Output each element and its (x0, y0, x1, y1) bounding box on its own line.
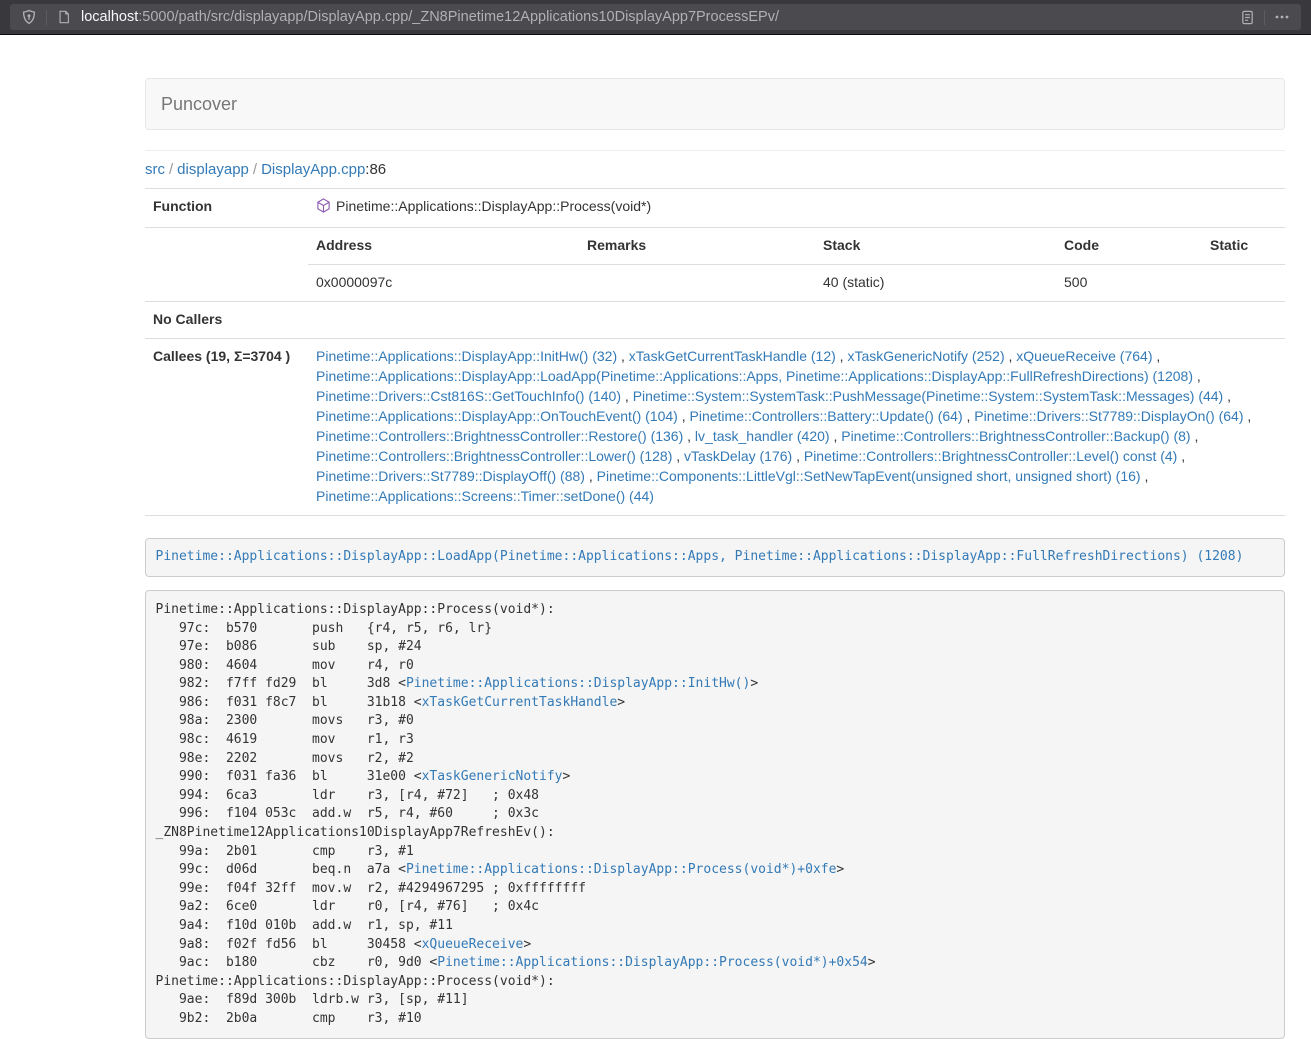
page-icon[interactable] (53, 6, 75, 28)
callee-link[interactable]: Pinetime::Controllers::BrightnessControl… (841, 428, 1190, 444)
metrics-table: Address Remarks Stack Code Static 0x0000… (308, 228, 1285, 301)
reader-mode-icon[interactable] (1236, 6, 1258, 28)
breadcrumb-separator: / (249, 161, 261, 178)
url-text: localhost:5000/path/src/displayapp/Displ… (81, 9, 1236, 25)
callee-link[interactable]: Pinetime::System::SystemTask::PushMessag… (633, 388, 1224, 404)
symbol-link[interactable]: Pinetime::Applications::DisplayApp::Proc… (406, 862, 836, 877)
symbol-link[interactable]: xTaskGenericNotify (422, 769, 563, 784)
package-icon (316, 198, 331, 219)
highlighted-snippet: Pinetime::Applications::DisplayApp::Load… (145, 538, 1285, 578)
callee-link[interactable]: Pinetime::Components::LittleVgl::SetNewT… (597, 468, 1141, 484)
symbol-link[interactable]: Pinetime::Applications::DisplayApp::Init… (406, 676, 750, 691)
callee-link[interactable]: Pinetime::Controllers::BrightnessControl… (316, 428, 683, 444)
url-bar[interactable]: localhost:5000/path/src/displayapp/Displ… (10, 4, 1301, 30)
callee-link[interactable]: Pinetime::Applications::DisplayApp::OnTo… (316, 408, 678, 424)
function-name: Pinetime::Applications::DisplayApp::Proc… (336, 198, 651, 214)
col-static: Static (1202, 228, 1285, 264)
divider-rule (145, 150, 1285, 151)
browser-toolbar: localhost:5000/path/src/displayapp/Displ… (0, 0, 1311, 35)
url-host: localhost (81, 9, 138, 25)
function-row: Function Pinetime::Applications::Display… (145, 189, 1285, 228)
function-label: Function (145, 189, 308, 228)
breadcrumb-link-file[interactable]: DisplayApp.cpp (261, 161, 365, 178)
function-name-cell: Pinetime::Applications::DisplayApp::Proc… (308, 189, 1285, 228)
callee-link[interactable]: Pinetime::Drivers::St7789::DisplayOn() (… (974, 408, 1243, 424)
col-address: Address (308, 228, 579, 264)
function-info-table: Function Pinetime::Applications::Display… (145, 188, 1285, 516)
symbol-link[interactable]: xQueueReceive (422, 937, 524, 952)
navbar: Puncover (145, 78, 1285, 130)
callee-link[interactable]: Pinetime::Applications::DisplayApp::Init… (316, 348, 617, 364)
address-value: 0x0000097c (308, 264, 579, 300)
breadcrumb-separator: / (165, 161, 177, 178)
callee-link[interactable]: Pinetime::Controllers::BrightnessControl… (804, 448, 1177, 464)
callee-link[interactable]: Pinetime::Drivers::St7789::DisplayOff() … (316, 468, 585, 484)
metrics-row: Address Remarks Stack Code Static 0x0000… (145, 227, 1285, 301)
callee-link[interactable]: lv_task_handler (420) (695, 428, 830, 444)
metrics-header-row: Address Remarks Stack Code Static (308, 228, 1285, 264)
no-callers-cell (308, 301, 1285, 338)
code-value: 500 (1056, 264, 1202, 300)
symbol-link[interactable]: xTaskGetCurrentTaskHandle (422, 695, 618, 710)
callee-link[interactable]: xTaskGetCurrentTaskHandle (12) (629, 348, 836, 364)
metrics-row-label (145, 227, 308, 301)
toolbar-divider (46, 10, 47, 25)
callees-row: Callees (19, Σ=3704 ) Pinetime::Applicat… (145, 338, 1285, 515)
page-container: Puncover src/displayapp/DisplayApp.cpp:8… (145, 35, 1285, 1039)
symbol-link[interactable]: Pinetime::Applications::DisplayApp::Proc… (437, 955, 867, 970)
shield-icon[interactable] (18, 6, 40, 28)
breadcrumb: src/displayapp/DisplayApp.cpp:86 (145, 161, 1285, 178)
no-callers-row: No Callers (145, 301, 1285, 338)
col-stack: Stack (815, 228, 1056, 264)
callee-link[interactable]: Pinetime::Drivers::Cst816S::GetTouchInfo… (316, 388, 621, 404)
snippet-link[interactable]: Pinetime::Applications::DisplayApp::Load… (156, 549, 1244, 564)
callee-link[interactable]: Pinetime::Controllers::BrightnessControl… (316, 448, 672, 464)
metrics-value-row: 0x0000097c 40 (static) 500 (308, 264, 1285, 300)
callees-label: Callees (19, Σ=3704 ) (145, 338, 308, 515)
callee-link[interactable]: xTaskGenericNotify (252) (847, 348, 1004, 364)
callee-link[interactable]: Pinetime::Applications::DisplayApp::Load… (316, 368, 1193, 384)
breadcrumb-line-number: :86 (365, 161, 386, 178)
url-path: :5000/path/src/displayapp/DisplayApp.cpp… (138, 9, 779, 25)
brand-link[interactable]: Puncover (146, 94, 252, 115)
callees-list: Pinetime::Applications::DisplayApp::Init… (308, 338, 1285, 515)
col-code: Code (1056, 228, 1202, 264)
remarks-value (579, 264, 815, 300)
breadcrumb-link-src[interactable]: src (145, 161, 165, 178)
disassembly-block: Pinetime::Applications::DisplayApp::Proc… (145, 590, 1285, 1039)
toolbar-divider (1264, 10, 1265, 25)
callee-link[interactable]: vTaskDelay (176) (684, 448, 792, 464)
no-callers-label: No Callers (145, 301, 308, 338)
stack-value: 40 (static) (815, 264, 1056, 300)
more-menu-icon[interactable] (1271, 6, 1293, 28)
static-value (1202, 264, 1285, 300)
col-remarks: Remarks (579, 228, 815, 264)
breadcrumb-link-displayapp[interactable]: displayapp (177, 161, 249, 178)
callee-link[interactable]: Pinetime::Controllers::Battery::Update()… (690, 408, 963, 424)
callee-link[interactable]: xQueueReceive (764) (1016, 348, 1152, 364)
callee-link[interactable]: Pinetime::Applications::Screens::Timer::… (316, 488, 654, 504)
